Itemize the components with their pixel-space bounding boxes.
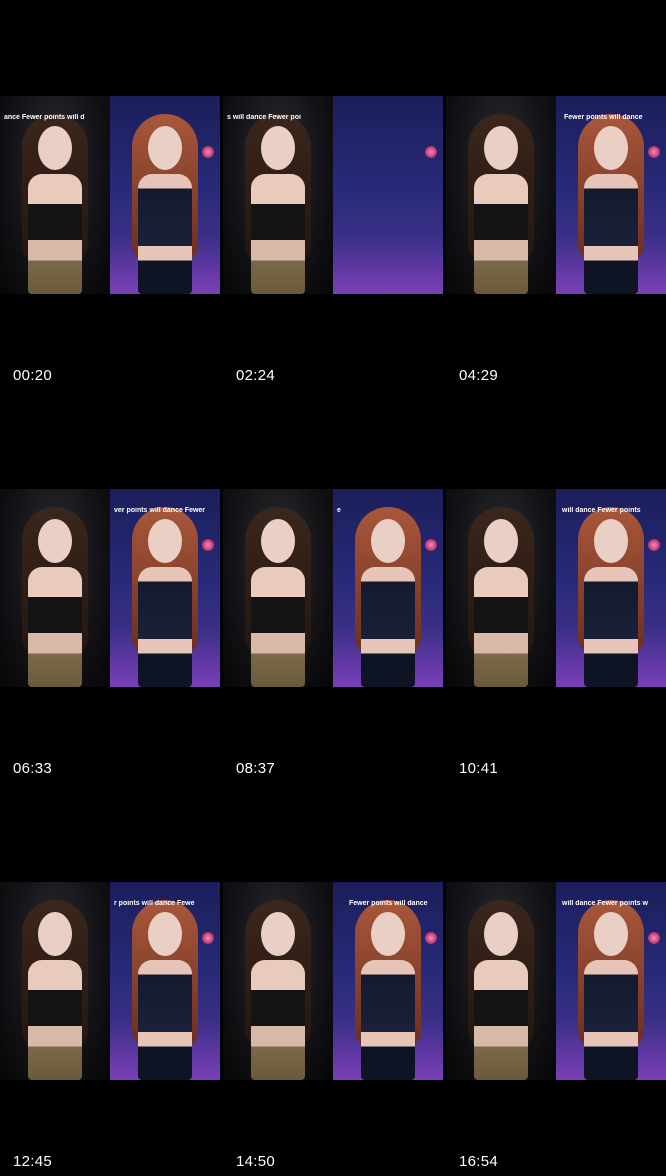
timestamp-label: 04:29	[459, 367, 499, 384]
video-thumbnail-cell[interactable]: will dance Fewer points 10:41	[446, 393, 666, 783]
stage-light	[202, 146, 214, 158]
stream-overlay-caption: ver points will dance Fewer	[114, 507, 206, 514]
stream-overlay-caption: will dance Fewer points w	[562, 900, 648, 907]
stage-light	[202, 932, 214, 944]
left-dancer-frame	[0, 489, 110, 687]
timestamp-label: 02:24	[236, 367, 276, 384]
timestamp-label: 16:54	[459, 1153, 499, 1170]
timestamp-label: 08:37	[236, 760, 276, 777]
left-dancer-frame	[446, 96, 556, 294]
right-dancer-frame	[110, 489, 220, 687]
left-dancer-frame	[446, 882, 556, 1080]
stream-overlay-caption: ance Fewer points will d	[4, 114, 85, 121]
left-dancer-frame	[0, 96, 110, 294]
thumbnail-image: ance Fewer points will d	[0, 96, 220, 294]
thumbnail-image: will dance Fewer points w	[446, 882, 666, 1080]
stream-overlay-caption: e	[337, 507, 341, 514]
stage-light	[648, 539, 660, 551]
right-dancer-frame	[556, 96, 666, 294]
right-dancer-frame	[333, 882, 443, 1080]
stream-overlay-caption: Fewer points will dance	[564, 114, 643, 121]
timestamp-label: 12:45	[13, 1153, 53, 1170]
right-dancer-frame	[556, 882, 666, 1080]
video-thumbnail-cell[interactable]: r points will dance Fewe 12:45	[0, 786, 220, 1176]
left-dancer-frame	[446, 489, 556, 687]
video-thumbnail-cell[interactable]: will dance Fewer points w 16:54	[446, 786, 666, 1176]
thumbnail-image: ver points will dance Fewer	[0, 489, 220, 687]
stage-light	[202, 539, 214, 551]
timestamp-label: 10:41	[459, 760, 499, 777]
video-thumbnail-cell[interactable]: Fewer points will dance 14:50	[223, 786, 443, 1176]
right-dancer-frame	[556, 489, 666, 687]
left-dancer-frame	[223, 489, 333, 687]
left-dancer-frame	[223, 882, 333, 1080]
thumbnail-image: r points will dance Fewe	[0, 882, 220, 1080]
stream-overlay-caption: s will dance Fewer poi	[227, 114, 301, 121]
thumbnail-image: will dance Fewer points	[446, 489, 666, 687]
right-dancer-frame	[110, 96, 220, 294]
timestamp-label: 06:33	[13, 760, 53, 777]
stage-light	[425, 146, 437, 158]
video-thumbnail-cell[interactable]: ver points will dance Fewer 06:33	[0, 393, 220, 783]
video-thumbnail-cell[interactable]: e 08:37	[223, 393, 443, 783]
right-dancer-frame	[333, 96, 443, 294]
video-thumbnail-cell[interactable]: s will dance Fewer poi 02:24	[223, 0, 443, 390]
thumbnail-image: e	[223, 489, 443, 687]
right-dancer-frame	[110, 882, 220, 1080]
stage-light	[425, 539, 437, 551]
video-thumbnail-cell[interactable]: ance Fewer points will d 00:20	[0, 0, 220, 390]
stream-overlay-caption: r points will dance Fewe	[114, 900, 195, 907]
timestamp-label: 00:20	[13, 367, 53, 384]
thumbnail-image: s will dance Fewer poi	[223, 96, 443, 294]
video-thumbnail-cell[interactable]: Fewer points will dance 04:29	[446, 0, 666, 390]
stream-overlay-caption: Fewer points will dance	[349, 900, 428, 907]
stream-overlay-caption: will dance Fewer points	[562, 507, 641, 514]
left-dancer-frame	[223, 96, 333, 294]
right-dancer-frame	[333, 489, 443, 687]
thumbnail-image: Fewer points will dance	[223, 882, 443, 1080]
video-thumbnail-grid: ance Fewer points will d 00:20 s will da…	[0, 0, 666, 1176]
timestamp-label: 14:50	[236, 1153, 276, 1170]
left-dancer-frame	[0, 882, 110, 1080]
stage-light	[425, 932, 437, 944]
stage-light	[648, 932, 660, 944]
thumbnail-image: Fewer points will dance	[446, 96, 666, 294]
stage-light	[648, 146, 660, 158]
